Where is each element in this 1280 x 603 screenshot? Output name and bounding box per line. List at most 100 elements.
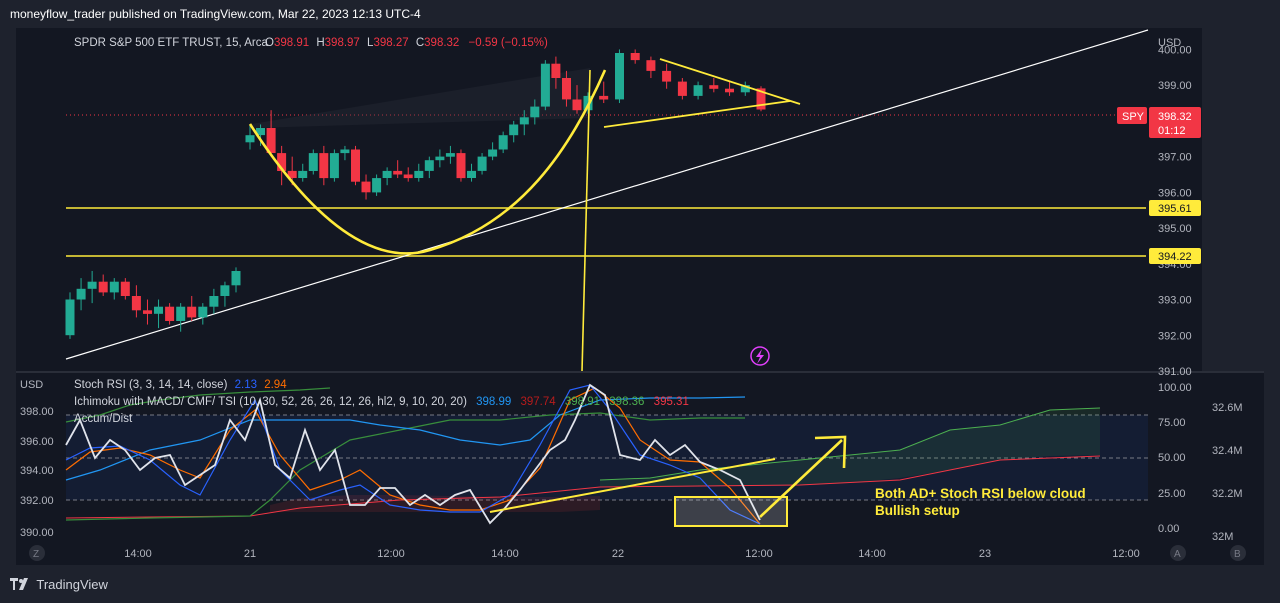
legend-low-value: 398.27 bbox=[373, 37, 408, 49]
pane2-left-tick-4: 390.00 bbox=[20, 527, 54, 539]
candle-body-15 bbox=[231, 271, 241, 286]
candle-body-57 bbox=[725, 88, 734, 93]
watermark-text: TradingView bbox=[36, 577, 108, 592]
annotation-line-2: Bullish setup bbox=[875, 503, 960, 518]
level-badge-395-61: 395.61 bbox=[1149, 200, 1201, 216]
candle-body-6 bbox=[131, 296, 141, 311]
candle-body-45 bbox=[551, 63, 561, 78]
candle-body-52 bbox=[646, 60, 656, 71]
zoom-button-label: Z bbox=[33, 549, 39, 560]
pane2-left-tick-1: 396.00 bbox=[20, 436, 54, 448]
stoch-legend: Stoch RSI (3, 3, 14, 14, close) 2.13 2.9… bbox=[74, 379, 287, 391]
price-tick-8: 392.00 bbox=[1158, 330, 1192, 342]
candle-body-8 bbox=[154, 306, 163, 314]
pane2-right-tick-2: 50.00 bbox=[1158, 452, 1186, 464]
candle-body-9 bbox=[165, 306, 175, 321]
price-tick-5: 395.00 bbox=[1158, 223, 1192, 235]
candle-body-39 bbox=[488, 149, 498, 157]
time-axis-bg[interactable] bbox=[16, 541, 1264, 565]
stoch-d-value: 2.94 bbox=[264, 379, 287, 391]
ichimoku-v1: 398.99 bbox=[476, 396, 511, 408]
candle-body-3 bbox=[98, 281, 108, 293]
ichimoku-legend-name: Ichimoku with MACD/ CMF/ TSI (10, 30, 52… bbox=[74, 396, 467, 408]
ichimoku-v5: 395.31 bbox=[654, 396, 689, 408]
legend-high-value: 398.97 bbox=[325, 37, 360, 49]
candle-body-55 bbox=[693, 85, 703, 96]
candle-body-41 bbox=[509, 124, 519, 136]
stoch-legend-name: Stoch RSI (3, 3, 14, 14, close) bbox=[74, 379, 228, 391]
legend-high-label: H bbox=[316, 37, 324, 49]
ichimoku-cloud-red bbox=[270, 495, 600, 512]
symbol-badge-text: SPY bbox=[1122, 111, 1145, 123]
candle-body-12 bbox=[198, 306, 208, 318]
candle-24[interactable] bbox=[329, 149, 339, 182]
level-badge-394-22-text: 394.22 bbox=[1158, 251, 1192, 263]
ichimoku-v3: 398.91 bbox=[565, 396, 600, 408]
candle-body-7 bbox=[143, 310, 152, 314]
chart-svg[interactable]: SPDR S&P 500 ETF TRUST, 15, Arca O398.91… bbox=[0, 0, 1280, 575]
legend-open-label: O bbox=[265, 37, 274, 49]
ad-legend: Accum/Dist bbox=[74, 413, 133, 425]
time-label-4: 22 bbox=[612, 548, 624, 560]
candle-body-35 bbox=[445, 153, 455, 157]
pane2-currency: USD bbox=[20, 379, 43, 391]
pane2-right-tick-3: 25.00 bbox=[1158, 488, 1186, 500]
candle-body-47 bbox=[572, 99, 582, 111]
candle-body-29 bbox=[382, 170, 392, 178]
candle-22[interactable] bbox=[308, 149, 318, 175]
legend-symbol: SPDR S&P 500 ETF TRUST, 15, Arca bbox=[74, 37, 268, 49]
pane2-right-tick-4: 0.00 bbox=[1158, 523, 1179, 535]
candle-36[interactable] bbox=[456, 149, 466, 182]
candle-body-22 bbox=[308, 153, 318, 171]
legend-close-label: C bbox=[416, 37, 424, 49]
candle-body-33 bbox=[424, 160, 434, 171]
volume-tick-2: 32.2M bbox=[1212, 488, 1243, 500]
highlight-box-drawing[interactable] bbox=[674, 496, 788, 527]
candle-body-43 bbox=[530, 106, 540, 118]
legend-open-value: 398.91 bbox=[274, 37, 309, 49]
volume-tick-0: 32.6M bbox=[1212, 402, 1243, 414]
candle-body-49 bbox=[599, 95, 609, 100]
candle-body-4 bbox=[109, 281, 119, 293]
candle-body-28 bbox=[372, 178, 382, 193]
candle-body-25 bbox=[340, 149, 350, 154]
level-badge-394-22: 394.22 bbox=[1149, 248, 1201, 264]
candle-50[interactable] bbox=[615, 49, 624, 104]
candle-body-54 bbox=[677, 81, 687, 96]
candle-44[interactable] bbox=[540, 60, 550, 111]
pane2-right-tick-0: 100.00 bbox=[1158, 382, 1192, 394]
candle-body-10 bbox=[176, 306, 186, 321]
pane2-left-tick-0: 398.00 bbox=[20, 406, 54, 418]
legend-close-value: 398.32 bbox=[424, 37, 459, 49]
candle-body-5 bbox=[120, 281, 130, 296]
candle-body-14 bbox=[220, 285, 230, 296]
candle-body-23 bbox=[319, 153, 329, 179]
candle-body-32 bbox=[414, 170, 424, 178]
candle-body-21 bbox=[298, 170, 308, 178]
log-scale-button-label: B bbox=[1234, 549, 1241, 560]
price-tick-0: 400.00 bbox=[1158, 44, 1192, 56]
pane2-left-tick-3: 392.00 bbox=[20, 495, 54, 507]
ichimoku-v2: 397.74 bbox=[521, 396, 557, 408]
candle-body-27 bbox=[361, 181, 371, 193]
tradingview-snapshot: moneyflow_trader published on TradingVie… bbox=[0, 0, 1280, 603]
candle-body-2 bbox=[87, 281, 97, 289]
auto-scale-button-label: A bbox=[1174, 549, 1181, 560]
candle-body-24 bbox=[329, 153, 339, 179]
time-label-3: 14:00 bbox=[491, 548, 519, 560]
pane-divider bbox=[16, 371, 1264, 373]
candle-body-38 bbox=[477, 156, 487, 171]
price-tick-3: 397.00 bbox=[1158, 152, 1192, 164]
candle-body-51 bbox=[630, 53, 640, 61]
last-price-badge: 398.32 01:12 bbox=[1149, 107, 1201, 138]
candle-body-11 bbox=[187, 306, 197, 318]
level-badge-395-61-text: 395.61 bbox=[1158, 203, 1192, 215]
legend-change: −0.59 (−0.15%) bbox=[469, 37, 548, 49]
candle-26[interactable] bbox=[351, 145, 360, 186]
candle-body-53 bbox=[662, 70, 672, 82]
candle-body-44 bbox=[540, 63, 550, 107]
volume-tick-1: 32.4M bbox=[1212, 445, 1243, 457]
price-tick-1: 399.00 bbox=[1158, 80, 1192, 92]
candle-body-42 bbox=[519, 117, 529, 125]
price-tick-4: 396.00 bbox=[1158, 187, 1192, 199]
